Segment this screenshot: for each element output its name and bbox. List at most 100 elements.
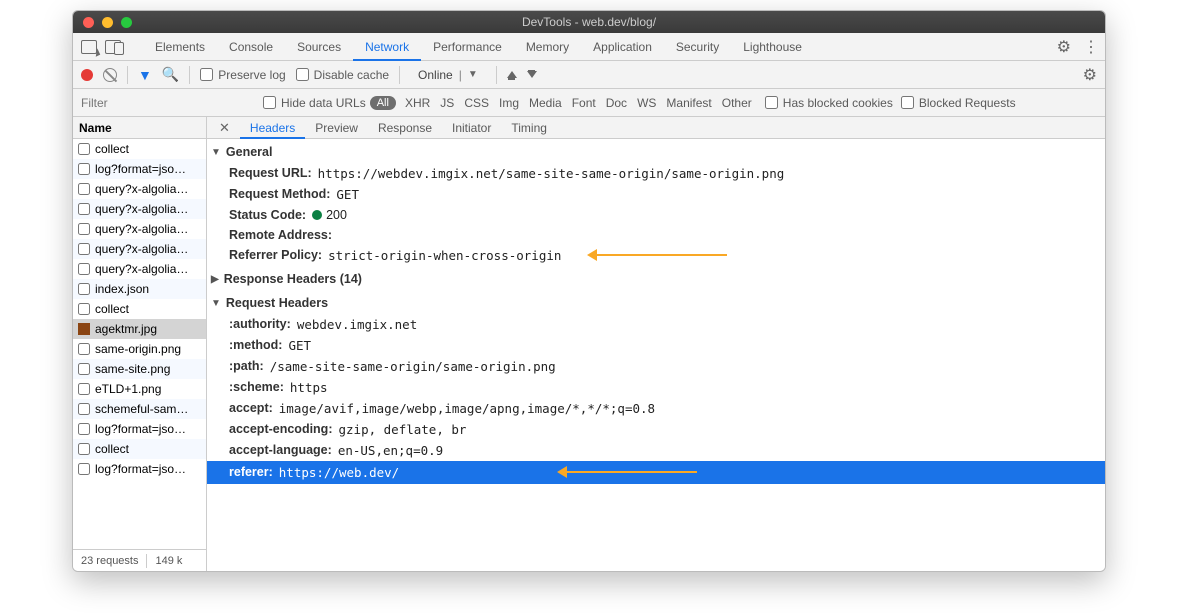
detail-tab-preview[interactable]: Preview	[305, 117, 368, 139]
referrer-policy-key: Referrer Policy:	[229, 248, 322, 263]
more-menu-icon[interactable]: ⋮	[1083, 37, 1097, 57]
request-row[interactable]: query?x-algolia…	[73, 199, 206, 219]
filter-type-css[interactable]: CSS	[459, 96, 494, 110]
request-row-checkbox[interactable]	[78, 203, 90, 215]
panel-tab-elements[interactable]: Elements	[143, 33, 217, 61]
request-row[interactable]: index.json	[73, 279, 206, 299]
search-icon[interactable]: 🔍	[162, 66, 179, 83]
filter-type-ws[interactable]: WS	[632, 96, 661, 110]
panel-tab-application[interactable]: Application	[581, 33, 664, 61]
annotation-arrow-icon	[567, 471, 697, 473]
inspect-element-icon[interactable]	[81, 40, 97, 54]
filter-input[interactable]	[73, 90, 263, 116]
network-settings-gear-icon[interactable]: ⚙	[1083, 65, 1097, 85]
request-row-checkbox[interactable]	[78, 223, 90, 235]
close-window-button[interactable]	[83, 17, 94, 28]
panel-tab-lighthouse[interactable]: Lighthouse	[731, 33, 814, 61]
request-row[interactable]: query?x-algolia…	[73, 179, 206, 199]
filter-type-doc[interactable]: Doc	[601, 96, 632, 110]
request-method-value: GET	[336, 187, 359, 202]
panel-tab-security[interactable]: Security	[664, 33, 731, 61]
filter-type-img[interactable]: Img	[494, 96, 524, 110]
request-row-checkbox[interactable]	[78, 363, 90, 375]
disable-cache-label: Disable cache	[314, 68, 389, 82]
filter-funnel-icon[interactable]: ▼	[138, 67, 152, 83]
request-row-checkbox[interactable]	[78, 443, 90, 455]
request-row[interactable]: query?x-algolia…	[73, 239, 206, 259]
accept-language-value: en-US,en;q=0.9	[338, 443, 443, 458]
request-row[interactable]: collect	[73, 439, 206, 459]
blocked-requests-checkbox[interactable]: Blocked Requests	[901, 96, 1016, 110]
panel-tab-network[interactable]: Network	[353, 33, 421, 61]
section-general[interactable]: ▼ General	[207, 139, 1105, 163]
request-row[interactable]: log?format=jso…	[73, 159, 206, 179]
close-detail-icon[interactable]: ✕	[213, 120, 236, 136]
request-row[interactable]: collect	[73, 299, 206, 319]
detail-tab-initiator[interactable]: Initiator	[442, 117, 501, 139]
request-row-checkbox[interactable]	[78, 343, 90, 355]
detail-tab-headers[interactable]: Headers	[240, 117, 305, 139]
minimize-window-button[interactable]	[102, 17, 113, 28]
request-row[interactable]: agektmr.jpg	[73, 319, 206, 339]
status-code-key: Status Code:	[229, 208, 306, 222]
panel-tab-console[interactable]: Console	[217, 33, 285, 61]
record-button[interactable]	[81, 69, 93, 81]
scheme-value: https	[290, 380, 328, 395]
section-request-headers[interactable]: ▼ Request Headers	[207, 290, 1105, 314]
path-value: /same-site-same-origin/same-origin.png	[270, 359, 556, 374]
filter-type-all[interactable]: All	[370, 96, 396, 110]
upload-har-icon[interactable]	[507, 71, 517, 78]
filter-type-font[interactable]: Font	[567, 96, 601, 110]
request-row-checkbox[interactable]	[78, 143, 90, 155]
detail-tab-timing[interactable]: Timing	[501, 117, 557, 139]
detail-pane: ✕ HeadersPreviewResponseInitiatorTiming …	[207, 117, 1105, 571]
request-row-checkbox[interactable]	[78, 383, 90, 395]
request-row[interactable]: schemeful-sam…	[73, 399, 206, 419]
remote-address-key: Remote Address:	[229, 228, 332, 242]
download-har-icon[interactable]	[527, 71, 537, 78]
filter-type-media[interactable]: Media	[524, 96, 567, 110]
filter-type-other[interactable]: Other	[717, 96, 757, 110]
disable-cache-checkbox[interactable]: Disable cache	[296, 68, 389, 82]
request-row[interactable]: collect	[73, 139, 206, 159]
request-name: query?x-algolia…	[95, 262, 188, 276]
panel-tab-memory[interactable]: Memory	[514, 33, 581, 61]
request-row[interactable]: same-site.png	[73, 359, 206, 379]
detail-tab-response[interactable]: Response	[368, 117, 442, 139]
panel-tab-sources[interactable]: Sources	[285, 33, 353, 61]
request-row[interactable]: eTLD+1.png	[73, 379, 206, 399]
request-row[interactable]: same-origin.png	[73, 339, 206, 359]
filter-type-xhr[interactable]: XHR	[400, 96, 435, 110]
request-row[interactable]: log?format=jso…	[73, 459, 206, 479]
filter-type-manifest[interactable]: Manifest	[661, 96, 716, 110]
request-row-checkbox[interactable]	[78, 403, 90, 415]
accept-key: accept:	[229, 401, 273, 416]
request-url-value: https://webdev.imgix.net/same-site-same-…	[318, 166, 785, 181]
section-response-headers[interactable]: ▶ Response Headers (14)	[207, 266, 1105, 290]
request-row-checkbox[interactable]	[78, 263, 90, 275]
request-row-checkbox[interactable]	[78, 463, 90, 475]
request-row-checkbox[interactable]	[78, 163, 90, 175]
accept-encoding-key: accept-encoding:	[229, 422, 333, 437]
panel-tab-performance[interactable]: Performance	[421, 33, 514, 61]
request-row-checkbox[interactable]	[78, 423, 90, 435]
request-row[interactable]: query?x-algolia…	[73, 219, 206, 239]
request-row[interactable]: query?x-algolia…	[73, 259, 206, 279]
sidebar-name-header[interactable]: Name	[73, 117, 206, 139]
has-blocked-cookies-checkbox[interactable]: Has blocked cookies	[765, 96, 893, 110]
request-row-checkbox[interactable]	[78, 243, 90, 255]
clear-button[interactable]	[103, 68, 117, 82]
request-row-checkbox[interactable]	[78, 183, 90, 195]
zoom-window-button[interactable]	[121, 17, 132, 28]
device-toolbar-icon[interactable]	[105, 40, 121, 54]
request-row-checkbox[interactable]	[78, 303, 90, 315]
hide-data-urls-checkbox[interactable]: Hide data URLs	[263, 96, 366, 110]
settings-gear-icon[interactable]: ⚙	[1057, 37, 1071, 57]
titlebar: DevTools - web.dev/blog/	[73, 11, 1105, 33]
method-value: GET	[288, 338, 311, 353]
request-row-checkbox[interactable]	[78, 283, 90, 295]
throttling-select[interactable]: Online | ▼	[410, 68, 486, 82]
request-row[interactable]: log?format=jso…	[73, 419, 206, 439]
preserve-log-checkbox[interactable]: Preserve log	[200, 68, 285, 82]
filter-type-js[interactable]: JS	[435, 96, 459, 110]
